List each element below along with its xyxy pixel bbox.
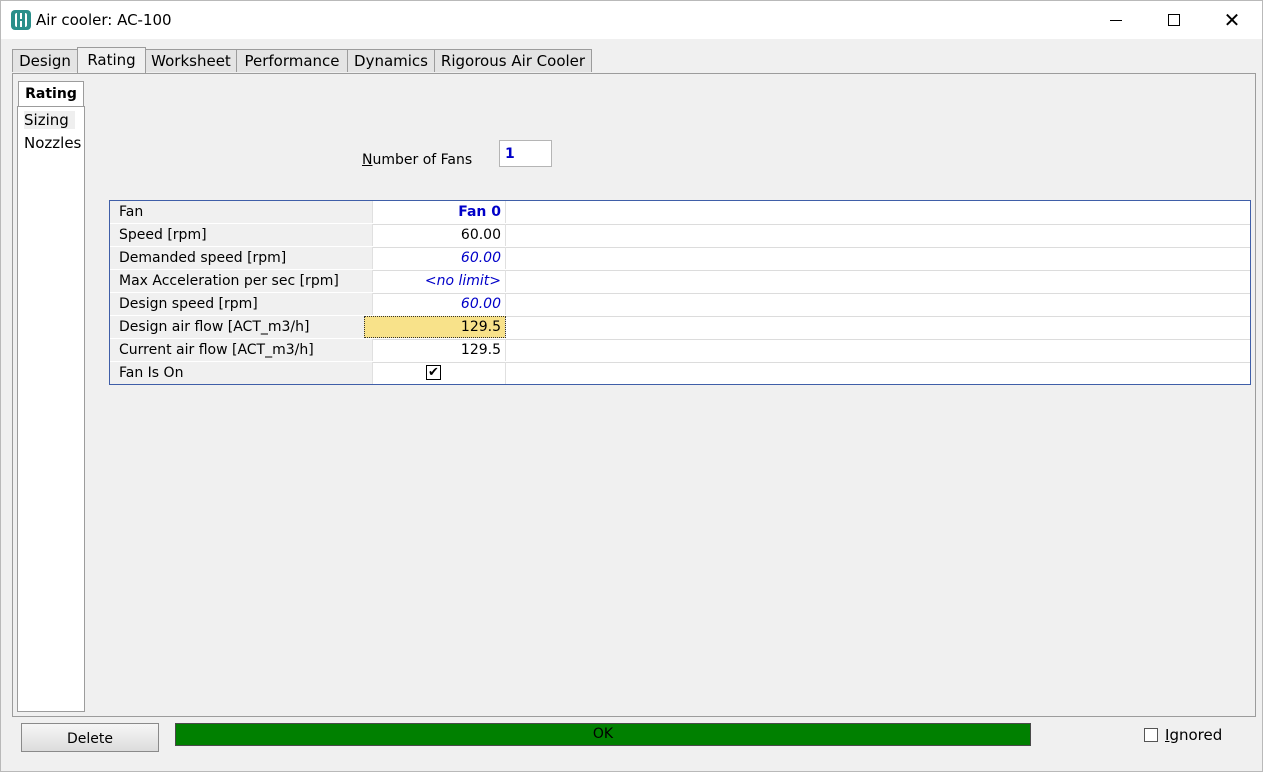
design-speed-cell[interactable]: 60.00 xyxy=(364,293,506,315)
close-button[interactable]: ✕ xyxy=(1203,1,1261,39)
sidenav-item-nozzles[interactable]: Nozzles xyxy=(24,134,81,152)
ignored-checkbox[interactable] xyxy=(1144,728,1158,742)
tab-design[interactable]: Design xyxy=(12,49,78,72)
fan-column-header[interactable]: Fan 0 xyxy=(364,201,506,223)
row-label: Fan xyxy=(110,201,373,223)
row-label: Speed [rpm] xyxy=(110,224,373,246)
minimize-button[interactable] xyxy=(1087,1,1145,39)
row-label: Current air flow [ACT_m3/h] xyxy=(110,339,373,361)
table-row: Design air flow [ACT_m3/h] 129.5 xyxy=(110,316,1250,340)
sidenav-item-sizing[interactable]: Sizing xyxy=(24,111,75,129)
ignored-label[interactable]: Ignored xyxy=(1165,726,1222,744)
checkmark-icon: ✔ xyxy=(428,365,439,380)
tab-rating[interactable]: Rating xyxy=(77,47,146,73)
grid-header-row: Fan Fan 0 xyxy=(110,201,1250,225)
table-row: Demanded speed [rpm] 60.00 xyxy=(110,247,1250,271)
tab-rigorous-air-cooler[interactable]: Rigorous Air Cooler xyxy=(434,49,592,72)
row-label: Max Acceleration per sec [rpm] xyxy=(110,270,373,292)
rating-sidenav: Sizing Nozzles xyxy=(17,106,85,712)
row-label: Fan Is On xyxy=(110,362,373,384)
row-label: Demanded speed [rpm] xyxy=(110,247,373,269)
app-logo-icon xyxy=(11,10,31,30)
demanded-speed-cell[interactable]: 60.00 xyxy=(364,247,506,269)
fan-is-on-cell: ✔ xyxy=(364,362,506,384)
row-label: Design air flow [ACT_m3/h] xyxy=(110,316,373,338)
number-of-fans-input[interactable]: 1 xyxy=(499,140,552,167)
table-row: Design speed [rpm] 60.00 xyxy=(110,293,1250,317)
fan-data-grid: Fan Fan 0 Speed [rpm] 60.00 Demanded spe… xyxy=(109,200,1251,385)
design-air-flow-cell[interactable]: 129.5 xyxy=(364,316,506,338)
table-row: Fan Is On ✔ xyxy=(110,362,1250,385)
air-cooler-window: Air cooler: AC-100 ✕ Design Rating Works… xyxy=(0,0,1263,772)
max-acceleration-cell[interactable]: <no limit> xyxy=(364,270,506,292)
minimize-icon xyxy=(1110,19,1122,21)
fan-is-on-checkbox[interactable]: ✔ xyxy=(426,365,441,380)
maximize-icon xyxy=(1168,14,1180,26)
tab-worksheet[interactable]: Worksheet xyxy=(145,49,237,72)
subtab-rating[interactable]: Rating xyxy=(18,81,84,106)
table-row: Max Acceleration per sec [rpm] <no limit… xyxy=(110,270,1250,294)
current-air-flow-cell[interactable]: 129.5 xyxy=(364,339,506,361)
maximize-button[interactable] xyxy=(1145,1,1203,39)
title-bar: Air cooler: AC-100 ✕ xyxy=(1,1,1262,39)
delete-button[interactable]: Delete xyxy=(21,723,159,752)
tab-dynamics[interactable]: Dynamics xyxy=(347,49,435,72)
rating-panel: Rating Sizing Nozzles Number of Fans 1 F… xyxy=(12,73,1256,717)
table-row: Speed [rpm] 60.00 xyxy=(110,224,1250,248)
window-title: Air cooler: AC-100 xyxy=(36,11,172,29)
speed-cell[interactable]: 60.00 xyxy=(364,224,506,246)
number-of-fans-label: Number of Fans xyxy=(362,152,473,168)
status-bar: OK xyxy=(175,723,1031,746)
table-row: Current air flow [ACT_m3/h] 129.5 xyxy=(110,339,1250,363)
close-icon: ✕ xyxy=(1223,8,1241,32)
tab-performance[interactable]: Performance xyxy=(236,49,348,72)
row-label: Design speed [rpm] xyxy=(110,293,373,315)
